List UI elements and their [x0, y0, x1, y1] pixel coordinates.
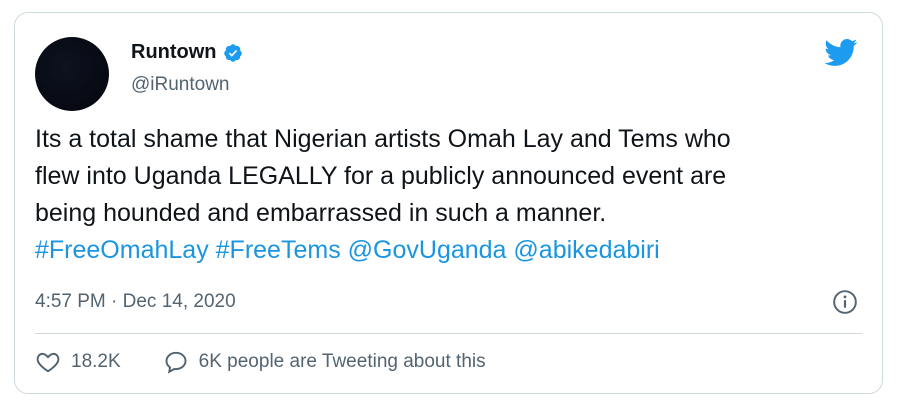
author-handle[interactable]: @iRuntown [131, 74, 230, 96]
divider [35, 333, 862, 334]
like-button[interactable]: 18.2K [35, 349, 121, 375]
hashtag-link[interactable]: #FreeTems [216, 236, 341, 264]
mention-link[interactable]: @abikedabiri [513, 236, 659, 264]
speech-bubble-icon [165, 351, 187, 374]
verified-badge-icon [223, 43, 242, 62]
tweet-card[interactable]: Runtown @iRuntown Its a total shame that… [14, 12, 883, 394]
tweet-text-line: Its a total shame that Nigerian artists … [35, 125, 731, 153]
avatar[interactable] [35, 37, 109, 111]
tweet-actions: 18.2K 6K people are Tweeting about this [35, 349, 486, 375]
tweeting-about-link[interactable]: 6K people are Tweeting about this [163, 349, 486, 375]
mention-link[interactable]: @GovUganda [348, 236, 507, 264]
info-icon[interactable] [832, 289, 858, 315]
tweet-links-line: #FreeOmahLay #FreeTems @GovUganda @abike… [35, 232, 865, 269]
hashtag-link[interactable]: #FreeOmahLay [35, 236, 209, 264]
heart-icon [36, 352, 60, 373]
tweet-timestamp[interactable]: 4:57 PM · Dec 14, 2020 [35, 291, 236, 313]
twitter-bird-icon[interactable] [824, 39, 858, 67]
tweeting-about-text: 6K people are Tweeting about this [198, 351, 486, 372]
tweet-text-line: flew into Uganda LEGALLY for a publicly … [35, 162, 727, 190]
author-row: Runtown [131, 41, 243, 64]
tweet-text: Its a total shame that Nigerian artists … [35, 121, 865, 269]
author-name[interactable]: Runtown [131, 41, 217, 64]
like-count: 18.2K [71, 351, 121, 372]
tweet-text-line: being hounded and embarrassed in such a … [35, 199, 607, 227]
